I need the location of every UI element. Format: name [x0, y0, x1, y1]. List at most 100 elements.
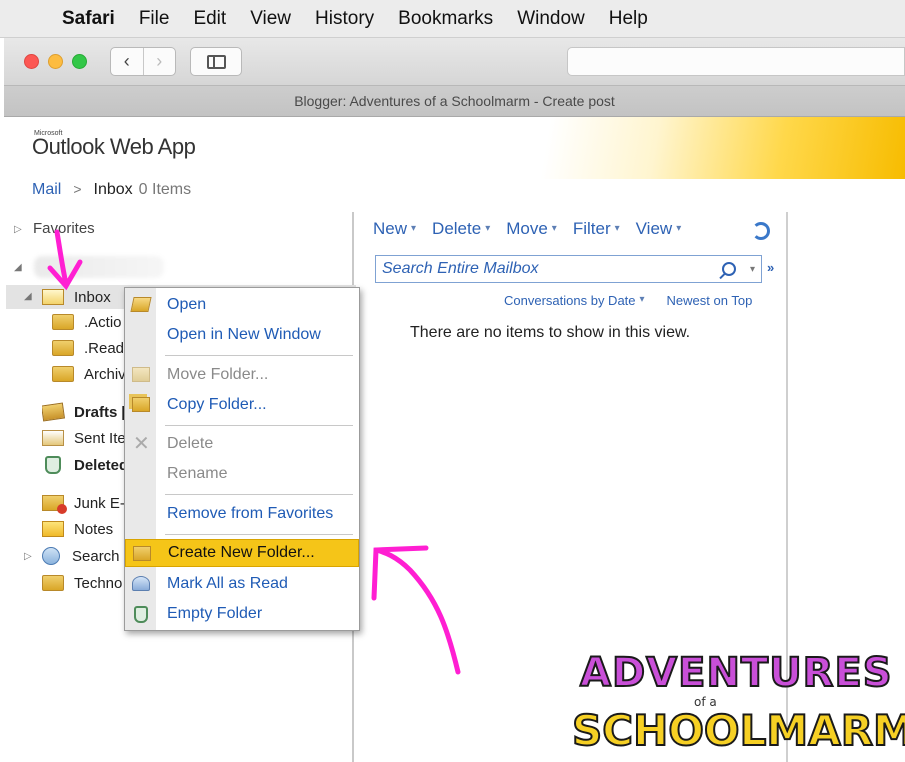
menu-item-mark-all-read[interactable]: Mark All as Read: [125, 570, 359, 598]
menu-bookmarks[interactable]: Bookmarks: [398, 8, 493, 30]
new-menu-button[interactable]: New ▾: [373, 219, 416, 239]
menu-edit[interactable]: Edit: [193, 8, 226, 30]
move-label: Move: [506, 219, 548, 238]
folder-context-menu: Open Open in New Window Move Folder... C…: [124, 287, 360, 631]
folder-drafts[interactable]: Drafts [: [42, 400, 124, 424]
minimize-window-button[interactable]: [48, 54, 63, 69]
folder-label: .Read: [84, 339, 125, 357]
menu-item-rename: Rename: [125, 460, 359, 488]
sort-by-label: Conversations by Date: [504, 293, 636, 308]
folder-label: Sent Ite: [74, 429, 124, 447]
menu-item-label: Copy Folder...: [167, 396, 267, 413]
menu-item-label: Open in New Window: [167, 326, 321, 343]
menu-history[interactable]: History: [315, 8, 374, 30]
zoom-window-button[interactable]: [72, 54, 87, 69]
folder-label: Drafts [: [74, 403, 124, 421]
menu-item-empty-folder[interactable]: Empty Folder: [125, 600, 359, 628]
search-mailbox-input[interactable]: Search Entire Mailbox ▾: [375, 255, 762, 283]
folder-junk-email[interactable]: Junk E-: [42, 491, 124, 515]
expand-search-icon[interactable]: »: [767, 260, 774, 275]
owa-logo-title: Outlook Web App: [32, 134, 196, 159]
menu-item-copy-folder[interactable]: Copy Folder...: [125, 391, 359, 419]
deleted-items-icon: [45, 456, 61, 474]
forward-button[interactable]: ›: [142, 48, 176, 75]
folder-techno[interactable]: Techno: [42, 571, 124, 595]
menu-item-label: Move Folder...: [167, 366, 269, 383]
junk-email-icon: [42, 495, 67, 514]
menu-app-safari[interactable]: Safari: [62, 8, 115, 30]
breadcrumb: Mail > Inbox 0 Items: [32, 181, 191, 199]
view-menu-button[interactable]: View ▾: [636, 219, 682, 239]
folder-icon: [52, 314, 74, 330]
folder-search-folders[interactable]: Search: [42, 544, 124, 568]
menu-item-move-folder: Move Folder...: [125, 361, 359, 389]
tab-title[interactable]: Blogger: Adventures of a Schoolmarm - Cr…: [294, 93, 615, 109]
macos-menu-bar: Safari File Edit View History Bookmarks …: [0, 0, 905, 38]
empty-list-message: There are no items to show in this view.: [410, 324, 691, 341]
item-count: 0 Items: [138, 181, 192, 198]
owa-header: Microsoft Outlook Web App: [4, 117, 905, 179]
copy-folder-icon: [132, 397, 150, 412]
sort-options: Conversations by Date ▾ Newest on Top: [504, 293, 752, 308]
menu-item-create-new-folder[interactable]: Create New Folder...: [125, 539, 359, 567]
folder-archive[interactable]: Archiv: [52, 362, 126, 386]
folder-read[interactable]: .Read: [52, 336, 126, 360]
collapse-account-icon[interactable]: ◢: [14, 262, 22, 273]
expand-search-folders-icon[interactable]: ▷: [24, 551, 32, 562]
menu-help[interactable]: Help: [609, 8, 648, 30]
close-window-button[interactable]: [24, 54, 39, 69]
folder-label: Deleted: [74, 456, 124, 474]
move-menu-button[interactable]: Move ▾: [506, 219, 557, 239]
new-label: New: [373, 219, 408, 238]
collapse-inbox-icon[interactable]: ◢: [24, 291, 32, 302]
search-folder-icon: [42, 547, 60, 565]
back-button[interactable]: ‹: [111, 48, 143, 75]
move-folder-icon: [132, 367, 150, 382]
notes-icon: [42, 521, 64, 537]
folder-label: Search: [72, 547, 120, 565]
menu-item-open-new-window[interactable]: Open in New Window: [125, 321, 359, 349]
chevron-down-icon: ▾: [639, 294, 645, 305]
sidebar-toggle-button[interactable]: [190, 47, 242, 76]
address-bar[interactable]: [567, 47, 905, 76]
search-icon[interactable]: [721, 262, 736, 276]
menu-item-delete: ✕ Delete: [125, 430, 359, 458]
folder-action[interactable]: .Actio: [52, 310, 126, 334]
folder-icon: [52, 366, 74, 382]
menu-item-label: Mark All as Read: [167, 575, 288, 592]
menu-item-label: Rename: [167, 465, 228, 482]
view-label: View: [635, 219, 673, 238]
menu-item-remove-from-favorites[interactable]: Remove from Favorites: [125, 500, 359, 528]
chevron-down-icon: ▾: [485, 223, 491, 234]
expand-favorites-icon[interactable]: ▷: [14, 224, 22, 235]
breadcrumb-mail-link[interactable]: Mail: [32, 181, 61, 199]
breadcrumb-separator: >: [73, 181, 82, 197]
folder-label: Archiv: [84, 365, 126, 383]
command-bar: New ▾ Delete ▾ Move ▾ Filter ▾ View ▾: [373, 219, 681, 239]
filter-menu-button[interactable]: Filter ▾: [573, 219, 620, 239]
favorites-header[interactable]: Favorites: [33, 220, 95, 237]
folder-icon: [42, 575, 64, 591]
menu-view[interactable]: View: [250, 8, 291, 30]
menu-separator: [165, 425, 353, 426]
mark-read-icon: [132, 576, 150, 591]
search-placeholder: Search Entire Mailbox: [382, 260, 539, 277]
folder-label: Techno: [74, 574, 123, 592]
sent-items-icon: [42, 430, 64, 446]
menu-window[interactable]: Window: [517, 8, 585, 30]
refresh-icon[interactable]: [752, 222, 770, 240]
menu-file[interactable]: File: [139, 8, 170, 30]
history-nav-buttons: ‹ ›: [110, 47, 176, 76]
menu-item-label: Remove from Favorites: [167, 505, 334, 522]
folder-sent-items[interactable]: Sent Ite: [42, 426, 124, 450]
search-options-dropdown-icon[interactable]: ▾: [750, 264, 755, 275]
menu-item-open[interactable]: Open: [125, 291, 359, 319]
delete-menu-button[interactable]: Delete ▾: [432, 219, 490, 239]
sort-by-dropdown[interactable]: Conversations by Date ▾: [504, 293, 645, 308]
sort-order-toggle[interactable]: Newest on Top: [667, 293, 753, 308]
menu-item-label: Create New Folder...: [168, 544, 315, 561]
folder-deleted-items[interactable]: Deleted: [42, 453, 124, 477]
folder-notes[interactable]: Notes: [42, 517, 124, 541]
folder-label: Inbox: [74, 288, 111, 306]
menu-item-label: Empty Folder: [167, 605, 263, 622]
